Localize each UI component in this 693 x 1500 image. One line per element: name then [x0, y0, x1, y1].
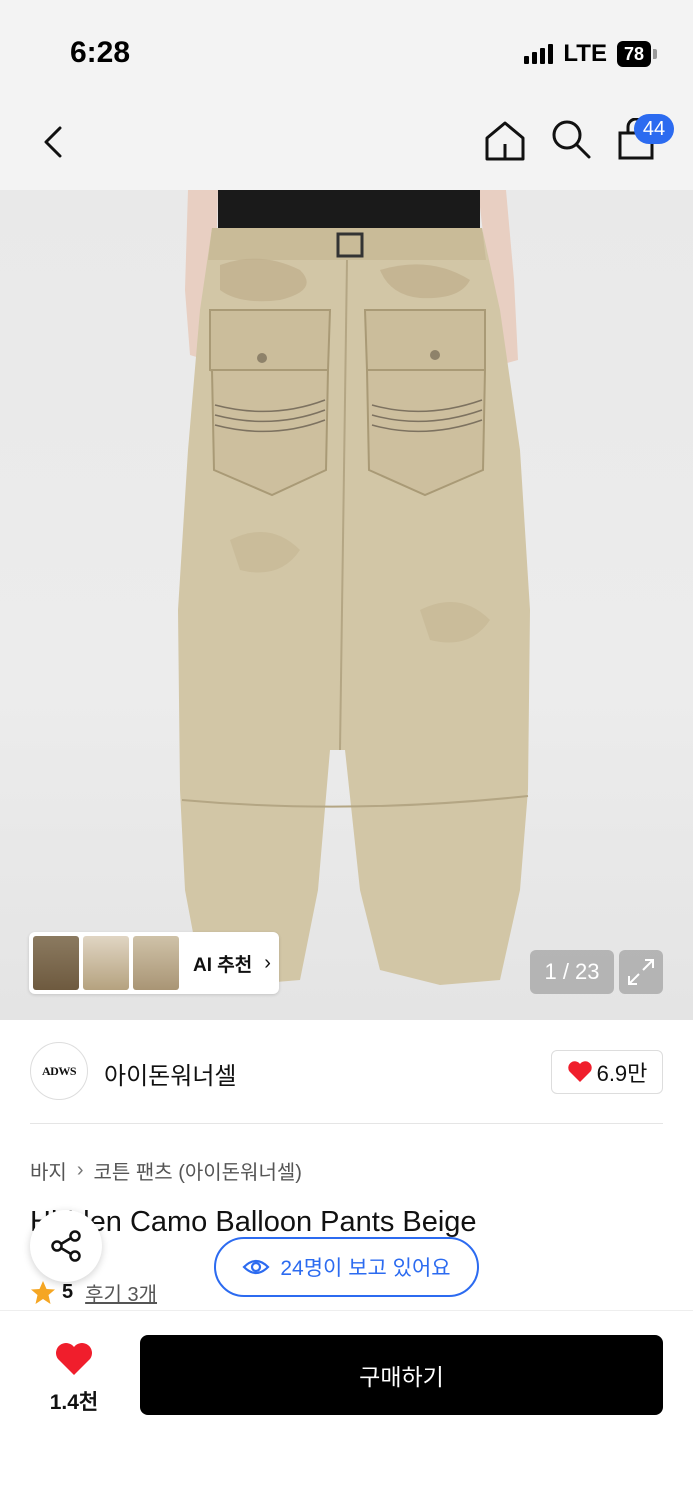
battery-icon: 78 [616, 41, 657, 67]
status-time: 6:28 [70, 36, 131, 69]
image-page-counter: 1 / 23 [530, 950, 614, 994]
recommend-thumbnail[interactable] [33, 936, 79, 990]
buy-button[interactable]: 구매하기 [140, 1335, 663, 1415]
chevron-right-icon: › [264, 951, 271, 974]
recommend-thumbnail[interactable] [133, 936, 179, 990]
status-indicators: LTE 78 [524, 40, 657, 68]
heart-icon [56, 1343, 92, 1375]
product-image-gallery[interactable]: AI 추천 › 1 / 23 [0, 190, 693, 1020]
divider [30, 1123, 663, 1124]
chevron-left-icon [44, 126, 62, 158]
heart-icon [567, 1061, 592, 1082]
home-icon [485, 121, 525, 161]
brand-name[interactable]: 아이돈워너셀 [104, 1056, 236, 1091]
live-viewers-pill: 24명이 보고 있어요 [214, 1237, 479, 1297]
review-count-link[interactable]: 후기 3개 [85, 1278, 157, 1307]
ai-recommend-strip[interactable]: AI 추천 › [29, 932, 279, 994]
eye-icon [242, 1259, 270, 1275]
breadcrumb: 바지 › 코튼 팬츠 (아이돈워너셀) [30, 1156, 302, 1185]
cart-count-badge: 44 [634, 114, 674, 144]
expand-icon [628, 959, 654, 985]
share-icon [51, 1230, 81, 1262]
live-viewers-text: 24명이 보고 있어요 [280, 1257, 451, 1280]
breadcrumb-item[interactable]: 바지 [30, 1156, 67, 1185]
back-button[interactable] [36, 122, 76, 162]
brand-row[interactable]: ADWS 아이돈워너셀 6.9만 [30, 1040, 663, 1104]
search-icon [552, 120, 591, 159]
share-button[interactable] [30, 1210, 102, 1282]
battery-level: 78 [616, 41, 651, 67]
rating-row: 5 후기 3개 [30, 1278, 157, 1307]
brand-logo[interactable]: ADWS [30, 1042, 88, 1100]
ai-recommend-label: AI 추천 [193, 954, 253, 976]
star-icon [31, 1280, 55, 1304]
bottom-action-bar: 1.4천 구매하기 [0, 1310, 693, 1500]
network-label: LTE [563, 40, 607, 67]
rating-score: 5 [62, 1281, 74, 1303]
product-photo [178, 190, 530, 985]
wishlist-count: 1.4천 [49, 1391, 99, 1414]
brand-like-count: 6.9만 [596, 1061, 648, 1086]
home-button[interactable] [482, 118, 528, 164]
status-bar: 6:28 LTE 78 [0, 0, 693, 100]
signal-icon [524, 44, 554, 64]
search-button[interactable] [550, 118, 592, 160]
wishlist-button[interactable]: 1.4천 [34, 1341, 114, 1414]
breadcrumb-item[interactable]: 코튼 팬츠 (아이돈워너셀) [93, 1156, 301, 1185]
top-nav-bar: 44 [0, 100, 693, 190]
chevron-right-icon: › [76, 1159, 84, 1181]
brand-like-button[interactable]: 6.9만 [551, 1050, 663, 1094]
recommend-thumbnail[interactable] [83, 936, 129, 990]
expand-image-button[interactable] [619, 950, 663, 994]
